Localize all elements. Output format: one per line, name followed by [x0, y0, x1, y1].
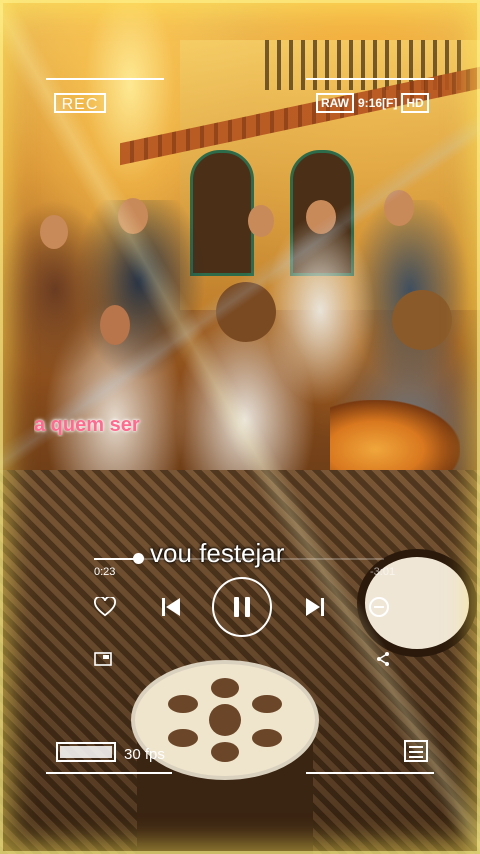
elapsed-time: 0:23 [94, 566, 116, 578]
heart-icon[interactable] [92, 595, 118, 619]
person-head [306, 200, 336, 234]
person-head [392, 290, 452, 350]
pause-button[interactable] [212, 577, 272, 637]
previous-lyric-line: a quem ser [34, 414, 140, 436]
minus-circle-icon[interactable] [366, 594, 392, 620]
drum [131, 660, 319, 854]
person-head [118, 198, 148, 234]
person-head [384, 190, 414, 226]
rec-indicator: REC [54, 93, 106, 113]
video-frame: REC RAW 9:16[F] HD 30 fps a quem ser vou… [0, 0, 480, 854]
pause-icon [234, 597, 250, 617]
skip-previous-icon[interactable] [158, 594, 184, 620]
progress-bar[interactable] [94, 553, 384, 564]
remaining-time: -3:01 [370, 566, 396, 578]
share-icon[interactable] [374, 650, 392, 668]
person-head [40, 215, 68, 249]
skip-next-icon[interactable] [302, 594, 328, 620]
person-head [216, 282, 276, 342]
hud-corner-line [46, 78, 164, 80]
person-head [248, 205, 274, 237]
current-lyric-line: vou festejar [150, 538, 285, 568]
progress-fill [94, 558, 138, 560]
person-head [100, 305, 130, 345]
progress-handle[interactable] [132, 553, 144, 564]
menu-list-icon[interactable] [404, 740, 428, 762]
screen-icon[interactable] [92, 650, 114, 668]
